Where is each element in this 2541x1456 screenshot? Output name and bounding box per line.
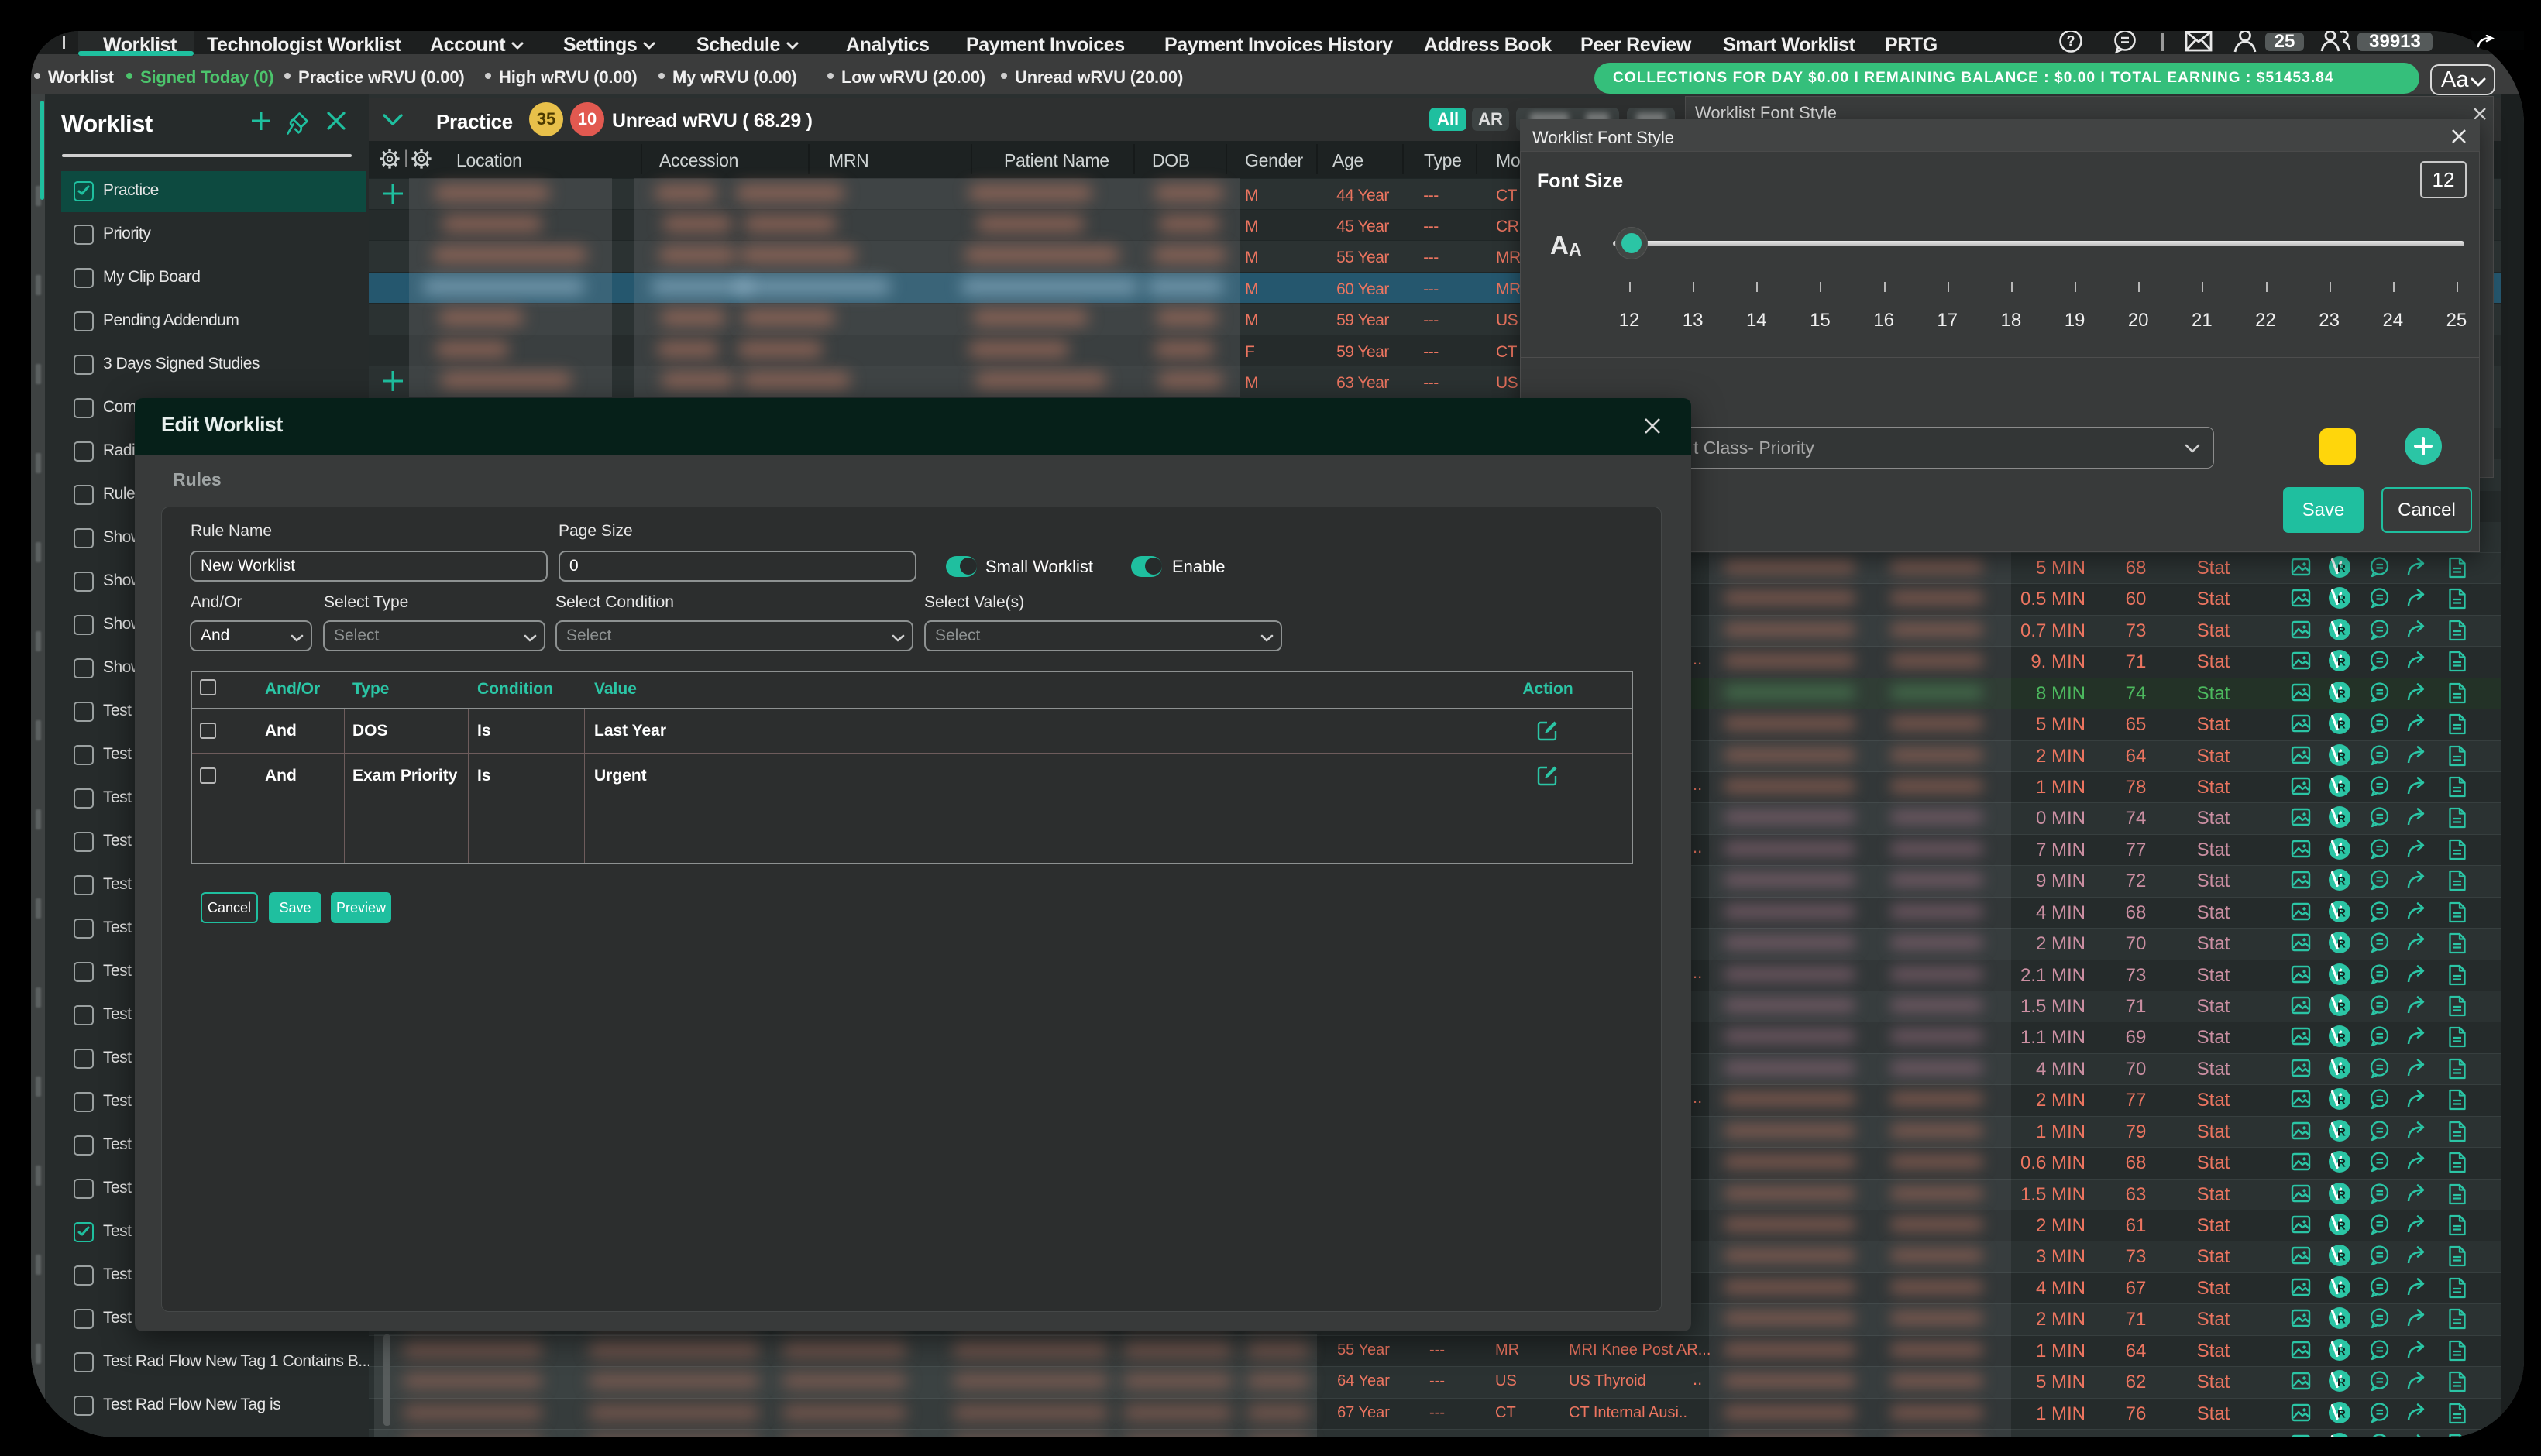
svg-text:R: R xyxy=(2337,593,2346,606)
svg-text:R: R xyxy=(2337,1125,2346,1138)
svg-text:R: R xyxy=(2337,1251,2346,1264)
svg-text:R: R xyxy=(2337,624,2346,637)
svg-text:R: R xyxy=(2337,969,2346,982)
svg-text:R: R xyxy=(2337,1063,2346,1076)
svg-text:R: R xyxy=(2337,1220,2346,1233)
svg-text:R: R xyxy=(2337,1376,2346,1389)
svg-text:R: R xyxy=(2337,812,2346,826)
svg-text:R: R xyxy=(2337,656,2346,669)
svg-text:R: R xyxy=(2337,719,2346,732)
svg-text:R: R xyxy=(2337,1157,2346,1170)
svg-text:R: R xyxy=(2337,1188,2346,1201)
svg-text:R: R xyxy=(2337,687,2346,700)
svg-text:R: R xyxy=(2337,938,2346,951)
svg-text:R: R xyxy=(2337,1344,2346,1358)
svg-text:R: R xyxy=(2337,1282,2346,1295)
svg-text:R: R xyxy=(2337,906,2346,919)
svg-text:R: R xyxy=(2337,843,2346,857)
svg-text:R: R xyxy=(2337,1407,2346,1420)
svg-text:R: R xyxy=(2337,875,2346,888)
svg-text:R: R xyxy=(2337,1094,2346,1107)
svg-text:R: R xyxy=(2337,1313,2346,1327)
svg-text:R: R xyxy=(2337,781,2346,795)
svg-text:R: R xyxy=(2337,1032,2346,1045)
svg-text:R: R xyxy=(2337,1001,2346,1014)
svg-text:R: R xyxy=(2337,562,2346,575)
svg-text:R: R xyxy=(2337,750,2346,763)
svg-text:?: ? xyxy=(2067,33,2075,49)
